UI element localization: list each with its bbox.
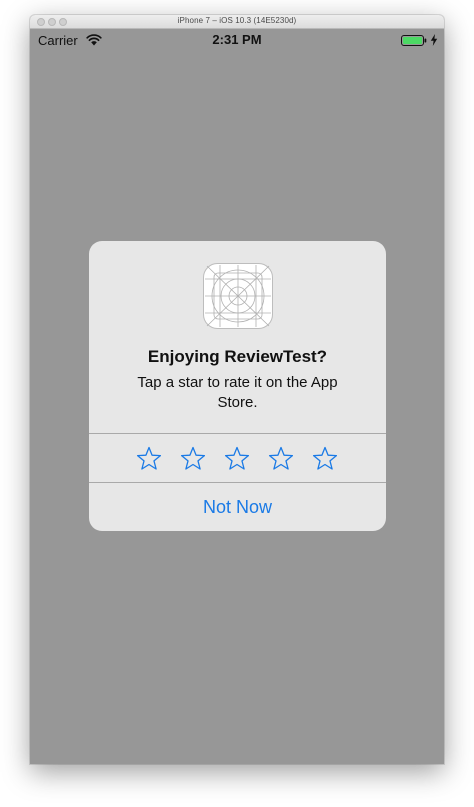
- charging-bolt-icon: [430, 34, 438, 46]
- alert-title: Enjoying ReviewTest?: [147, 347, 328, 366]
- star-4-button[interactable]: [268, 446, 294, 470]
- rating-alert: Enjoying ReviewTest? Tap a star to rate …: [89, 241, 386, 531]
- star-5-button[interactable]: [312, 446, 338, 470]
- status-time: 2:31 PM: [212, 32, 262, 47]
- star-rating-row: [89, 434, 386, 482]
- star-3-button[interactable]: [224, 446, 250, 470]
- simulator-window: iPhone 7 – iOS 10.3 (14E5230d) Carrier 2…: [30, 15, 444, 764]
- window-title: iPhone 7 – iOS 10.3 (14E5230d): [177, 16, 297, 25]
- star-2-button[interactable]: [180, 446, 206, 470]
- star-1-button[interactable]: [136, 446, 162, 470]
- status-bar: Carrier 2:31 PM: [30, 29, 444, 51]
- app-icon: [203, 263, 273, 329]
- not-now-button[interactable]: Not Now: [89, 483, 386, 531]
- battery-icon: [401, 35, 427, 46]
- alert-message: Tap a star to rate it on the App Store.: [137, 374, 338, 411]
- window-titlebar: iPhone 7 – iOS 10.3 (14E5230d): [30, 15, 444, 29]
